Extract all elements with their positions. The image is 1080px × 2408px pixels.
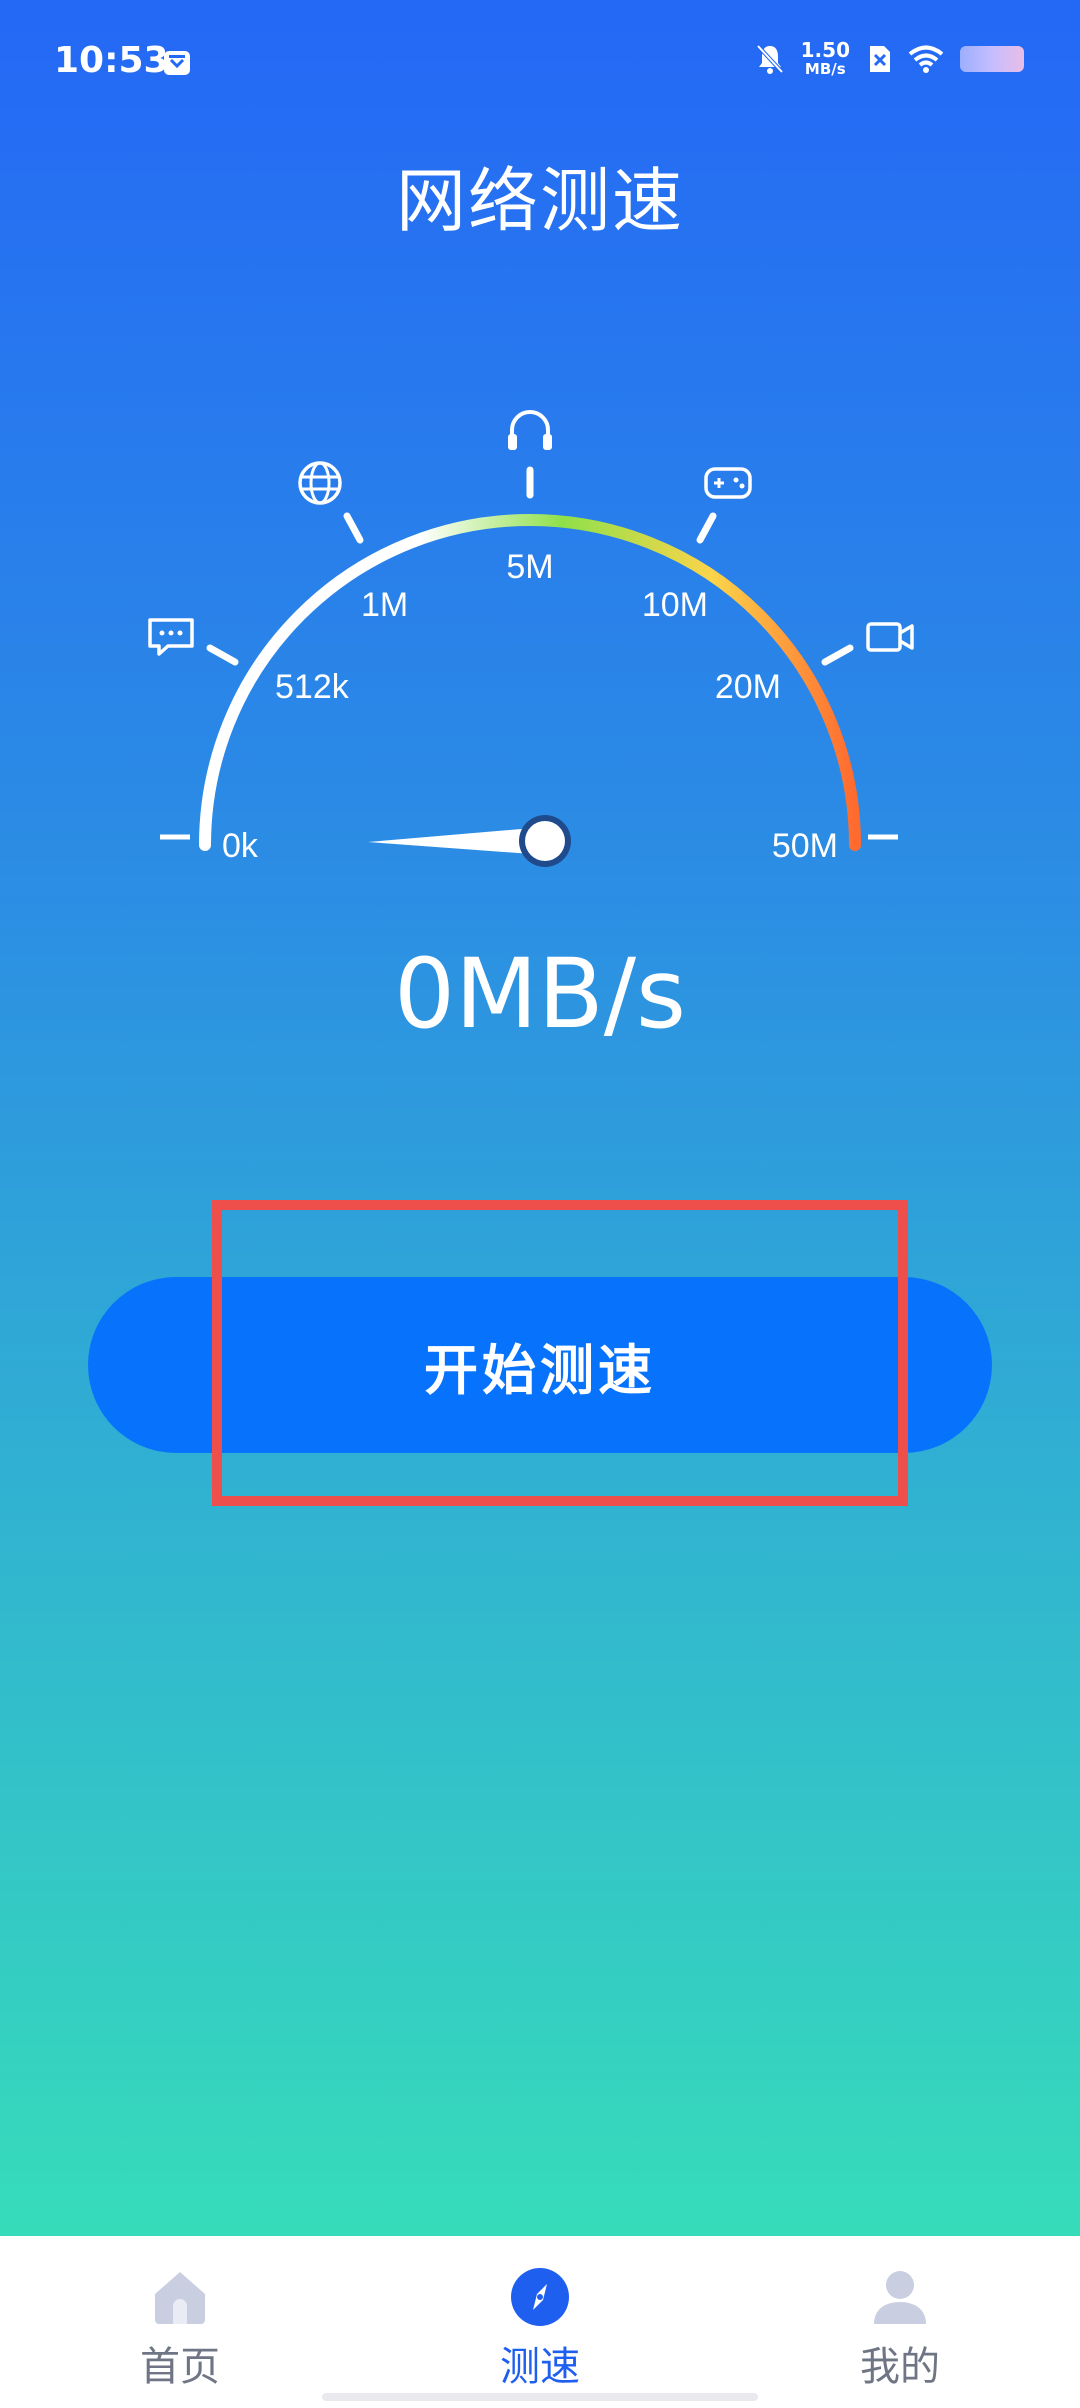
gauge-label-10m: 10M — [642, 586, 708, 624]
start-test-button[interactable]: 开始测速 — [88, 1277, 992, 1453]
nav-home[interactable]: 首页 — [0, 2236, 360, 2408]
notification-icon — [164, 51, 190, 75]
gauge-needle-hub-cap — [525, 821, 565, 861]
message-icon — [148, 618, 194, 656]
nav-speed-test-label: 测速 — [500, 2344, 580, 2390]
bottom-nav: 首页 测速 我的 — [0, 2236, 1080, 2408]
compass-icon — [511, 2268, 569, 2326]
mute-bell-icon — [756, 44, 784, 74]
network-speed: 1.50 MB/s — [801, 40, 850, 77]
start-test-button-label: 开始测速 — [424, 1338, 656, 1402]
sim-blocked-icon — [870, 45, 890, 72]
gauge-label-20m: 20M — [715, 668, 781, 706]
gauge-tick — [206, 644, 239, 666]
nav-speed-test[interactable]: 测速 — [360, 2236, 720, 2408]
nav-home-label: 首页 — [140, 2344, 220, 2390]
globe-icon — [298, 461, 342, 505]
nav-profile-label: 我的 — [860, 2344, 940, 2390]
profile-icon — [874, 2271, 926, 2324]
speed-test-screen: 10:53 1.50 MB/s 网络测速 0k 512k 1M 5M 10M 2… — [0, 0, 1080, 2408]
status-icons: 1.50 MB/s — [755, 40, 1024, 77]
status-bar: 10:53 1.50 MB/s — [0, 0, 1080, 120]
status-time: 10:53 — [54, 40, 169, 81]
home-icon — [155, 2272, 205, 2324]
page-title: 网络测速 — [396, 160, 684, 242]
home-indicator — [322, 2393, 758, 2401]
gauge-label-50m: 50M — [772, 827, 838, 865]
network-speed-value: 1.50 — [800, 38, 850, 62]
speed-gauge: 0k 512k 1M 5M 10M 20M 50M — [148, 410, 914, 867]
video-camera-icon — [866, 622, 914, 652]
gauge-label-0k: 0k — [222, 827, 259, 865]
gamepad-icon — [704, 467, 752, 499]
gauge-needle — [368, 827, 545, 855]
gauge-label-5m: 5M — [506, 548, 553, 586]
battery-icon — [960, 45, 1024, 72]
headphones-icon — [508, 410, 552, 450]
wifi-icon — [908, 45, 944, 73]
speed-value: 0MB/s — [393, 938, 687, 1050]
gauge-tick — [343, 512, 364, 544]
nav-profile[interactable]: 我的 — [720, 2236, 1080, 2408]
gauge-tick — [821, 644, 854, 666]
gauge-tick — [696, 512, 717, 544]
gauge-label-512k: 512k — [275, 668, 350, 706]
network-speed-unit: MB/s — [804, 60, 846, 78]
gauge-label-1m: 1M — [361, 586, 408, 624]
